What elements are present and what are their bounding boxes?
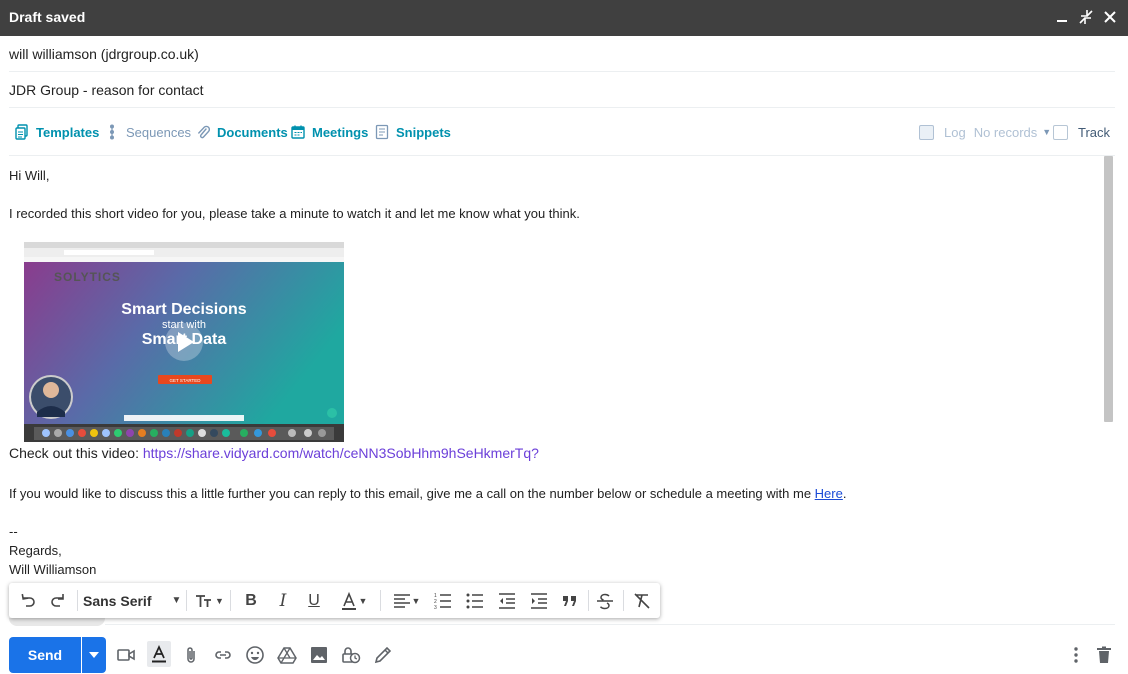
redo-icon[interactable] [46,588,72,613]
video-call-icon[interactable] [115,644,137,666]
signature-image [9,618,105,626]
undo-icon[interactable] [14,588,40,613]
emoji-icon[interactable] [244,644,266,666]
font-family-value: Sans Serif [83,592,152,609]
bulleted-list-icon[interactable] [461,588,489,613]
signature-name: Will Williamson [9,562,97,577]
more-options-icon[interactable] [1065,644,1087,666]
video-brand: SOLYTICS [54,270,121,284]
indent-less-icon[interactable] [493,588,521,613]
templates-button[interactable]: Templates [15,122,99,142]
log-checkbox[interactable] [919,124,934,140]
followup-text: If you would like to discuss this a litt… [9,486,815,501]
video-headline-1: Smart Decisions [121,301,246,318]
signature-regards: Regards, [9,543,62,558]
calendar-icon [291,125,305,139]
email-body[interactable]: Hi Will, I recorded this short video for… [9,157,1099,587]
insert-link-icon[interactable] [212,644,234,666]
send-options-button[interactable] [82,637,106,673]
track-checkbox[interactable] [1053,124,1068,140]
indent-more-icon[interactable] [525,588,553,613]
recipients-field[interactable]: will williamson (jdrgroup.co.uk) [9,36,1115,72]
video-preview-image: SOLYTICS Smart Decisions start with Smar… [24,242,344,442]
templates-icon [15,124,28,140]
track-label: Track [1078,124,1111,140]
quote-icon[interactable] [557,588,583,613]
google-drive-icon[interactable] [276,644,298,666]
snippets-button[interactable]: Snippets [375,122,451,142]
hubspot-toolbar: Templates Sequences Documents Meetings S… [9,108,1115,156]
log-toggle[interactable]: Log No records ▼ [919,122,1051,142]
exit-fullscreen-icon[interactable] [1077,8,1095,26]
subject-text: JDR Group - reason for contact [9,82,204,98]
font-family-select[interactable]: Sans Serif ▼ [83,588,183,613]
svg-text:3: 3 [434,605,437,611]
intro-text: I recorded this short video for you, ple… [9,206,580,221]
video-cta: GET STARTED [169,378,201,383]
confidential-mode-icon[interactable] [340,644,362,666]
greeting-text: Hi Will, [9,168,50,183]
bold-icon[interactable]: B [239,588,263,613]
formatting-options-icon[interactable] [147,641,171,667]
documents-label: Documents [217,124,288,140]
sequences-label: Sequences [126,124,192,140]
log-records-dropdown[interactable]: No records [974,125,1038,140]
font-size-icon[interactable]: ▼ [191,588,227,613]
caret-down-icon: ▼ [1042,127,1052,137]
font-family-caret-icon: ▼ [171,595,182,606]
window-title: Draft saved [9,9,86,25]
caret-down-icon [89,652,99,658]
numbered-list-icon[interactable]: 123 [429,588,457,613]
insert-photo-icon[interactable] [308,644,330,666]
documents-button[interactable]: Documents [196,122,288,142]
here-link[interactable]: Here [815,486,843,501]
discard-draft-icon[interactable] [1093,644,1115,666]
track-toggle[interactable]: Track [1053,122,1110,142]
formatting-toolbar: Sans Serif ▼ ▼ B I U ▼ ▼ 123 [9,583,660,618]
log-label: Log [944,124,966,140]
meetings-button[interactable]: Meetings [291,122,368,142]
remove-formatting-icon[interactable] [630,588,654,613]
video-thumbnail[interactable]: SOLYTICS Smart Decisions start with Smar… [24,242,344,442]
meetings-label: Meetings [312,124,369,140]
recipient-chip[interactable]: will williamson (jdrgroup.co.uk) [9,46,199,62]
video-link[interactable]: https://share.vidyard.com/watch/ceNN3Sob… [143,445,539,461]
italic-icon[interactable]: I [271,588,295,613]
bottom-divider [105,624,1115,625]
send-button[interactable]: Send [9,637,81,673]
attach-file-icon[interactable] [180,644,202,666]
signature-pen-icon[interactable] [372,644,394,666]
video-link-line: Check out this video: https://share.vidy… [9,445,539,461]
followup-end: . [842,486,847,501]
close-icon[interactable] [1101,8,1119,26]
sequences-icon [110,124,114,140]
snippets-icon [375,124,389,140]
sequences-button[interactable]: Sequences [105,122,191,142]
snippets-label: Snippets [396,124,451,140]
subject-field[interactable]: JDR Group - reason for contact [9,72,1115,108]
paperclip-icon [198,125,210,139]
templates-label: Templates [36,124,100,140]
text-color-icon[interactable]: ▼ [335,588,371,613]
strikethrough-icon[interactable] [593,588,617,613]
check-out-text: Check out this video: [9,445,143,461]
followup-line: If you would like to discuss this a litt… [9,486,846,501]
title-bar: Draft saved [0,0,1128,36]
underline-icon[interactable]: U [302,588,326,613]
signature-dashes: -- [9,524,18,539]
align-icon[interactable]: ▼ [387,588,425,613]
minimize-icon[interactable] [1053,8,1071,26]
body-scrollbar[interactable] [1104,156,1113,422]
